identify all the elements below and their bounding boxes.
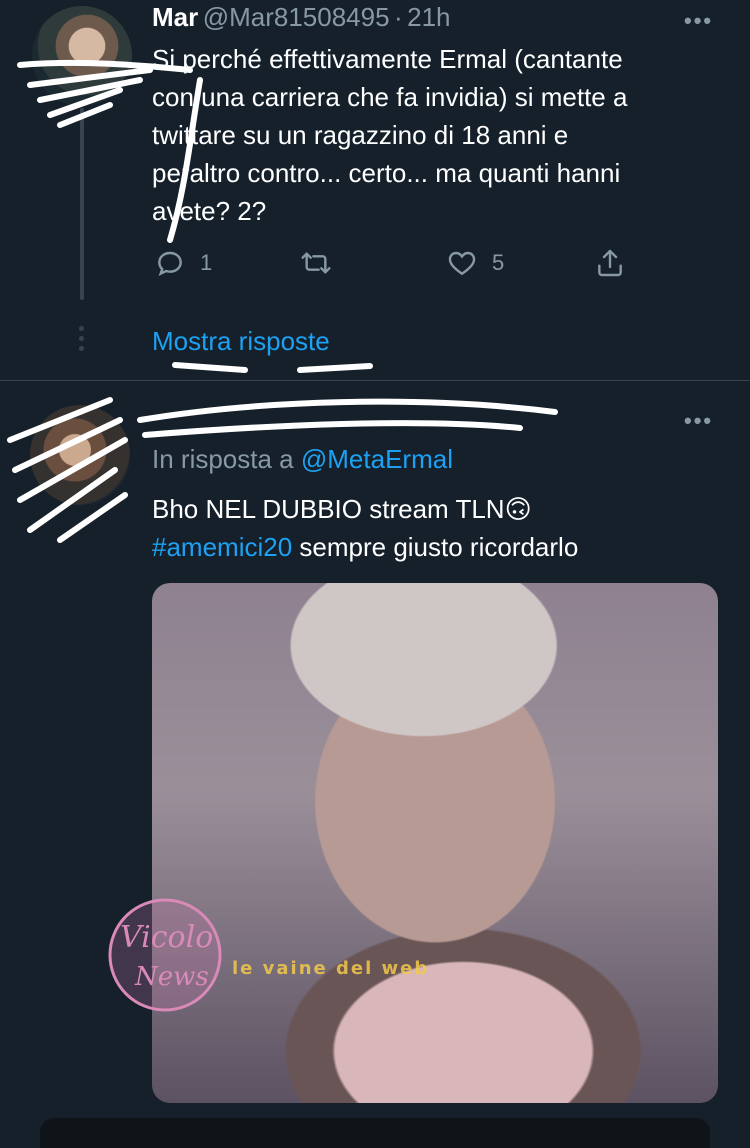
show-replies-link[interactable]: Mostra risposte [152,326,330,357]
reply-icon [158,251,182,277]
reply-context: In risposta a @MetaErmal [152,444,453,475]
tweet-header: Mar @Mar81508495 · 21h [152,2,451,33]
tweet-text-rest: sempre giusto ricordarlo [292,532,579,562]
tweet-media-photo[interactable] [152,583,718,1103]
like-icon [448,251,476,276]
upside-down-face-emoji: 🙃 [504,494,532,524]
like-count: 5 [492,250,505,275]
thread-dots [79,326,85,351]
avatar[interactable] [30,405,130,505]
share-button[interactable] [594,247,626,279]
thread-line [80,108,84,300]
tweet-text-line1: Bho NEL DUBBIO stream TLN🙃 [152,490,578,528]
separator: · [394,2,403,32]
timestamp[interactable]: 21h [407,2,450,32]
tweet-text-line2: #amemici20 sempre giusto ricordarlo [152,528,578,566]
reply-to-handle[interactable]: @MetaErmal [301,444,453,474]
tweet-text-content: Bho NEL DUBBIO stream TLN [152,494,505,524]
share-icon [598,249,622,277]
avatar[interactable] [32,6,132,106]
bottom-card [40,1118,710,1148]
more-icon[interactable]: ••• [684,408,713,434]
reply-button[interactable]: 1 [154,247,212,279]
tweet-text: Si perché effettivamente Ermal (cantante… [152,44,628,226]
divider [0,380,750,381]
handle[interactable]: @Mar81508495 [203,2,390,32]
retweet-icon [301,252,331,274]
tweet-text: Bho NEL DUBBIO stream TLN🙃 #amemici20 se… [152,490,578,566]
reply-count: 1 [200,250,213,275]
more-icon[interactable]: ••• [684,8,713,34]
hashtag-link[interactable]: #amemici20 [152,532,292,562]
retweet-button[interactable] [300,247,332,279]
like-button[interactable]: 5 [446,247,504,279]
display-name[interactable]: Mar [152,2,198,32]
reply-prefix: In risposta a [152,444,294,474]
watermark-banner: le vaine del web [232,958,430,979]
